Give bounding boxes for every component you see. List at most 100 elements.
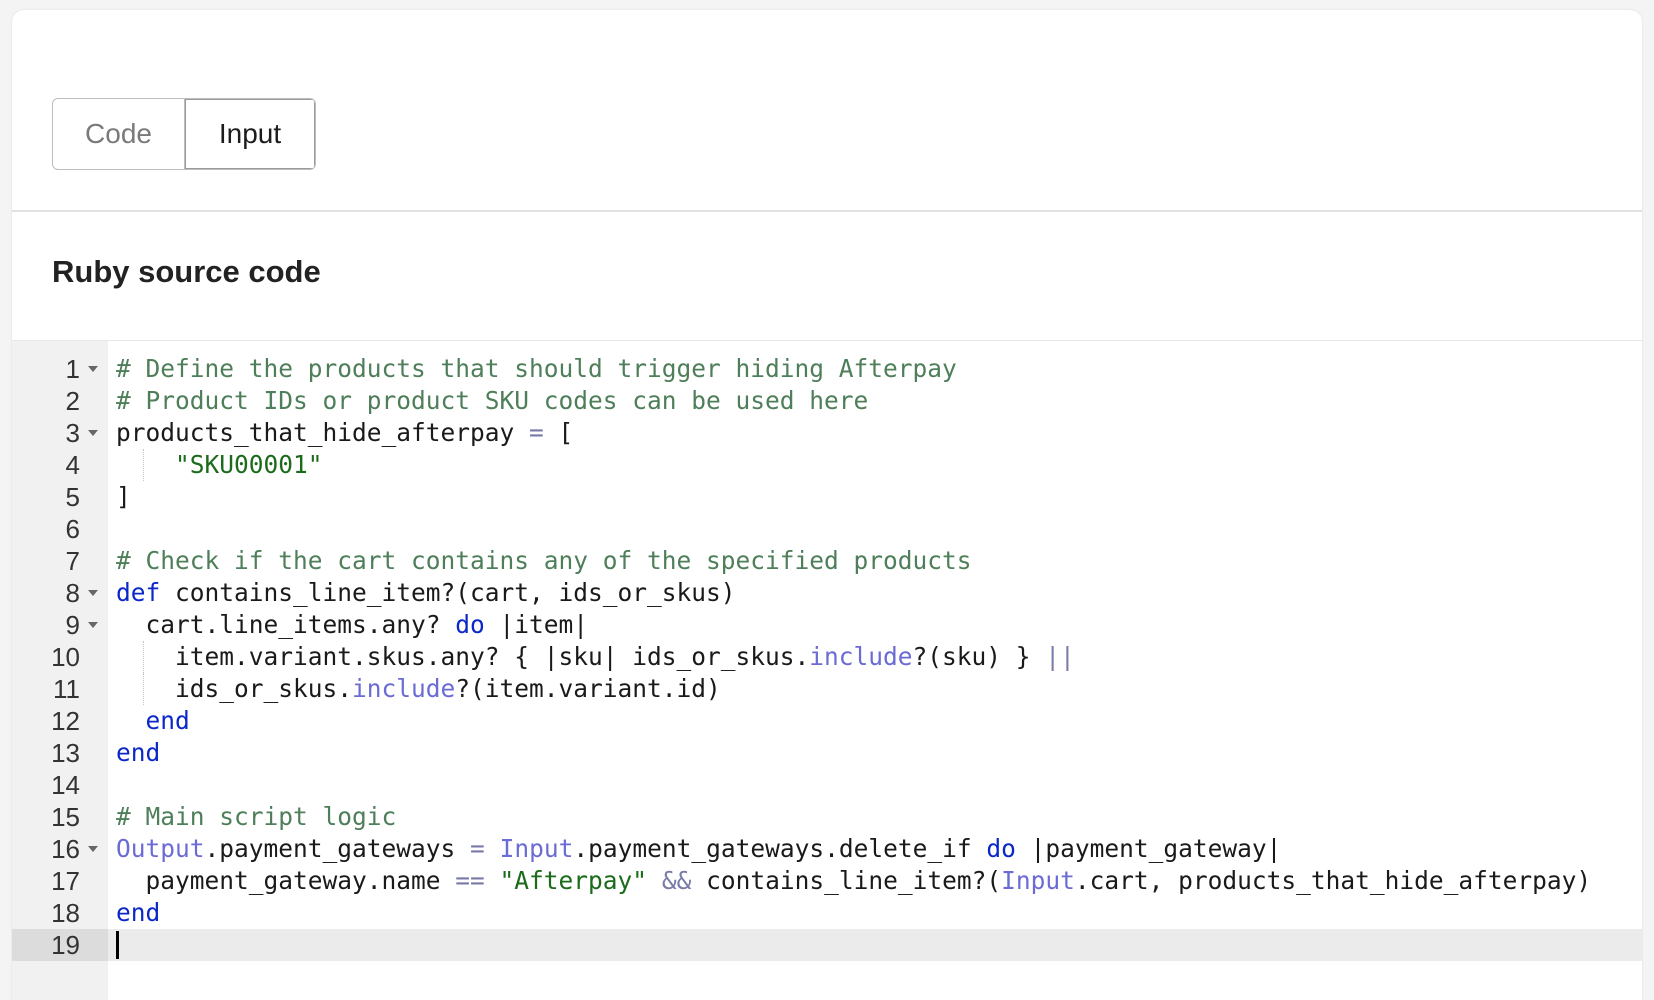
code-line[interactable]: 14 xyxy=(12,769,1642,801)
view-toggle: Code Input xyxy=(52,98,316,170)
code-token: [ xyxy=(543,418,574,447)
code-text: def contains_line_item?(cart, ids_or_sku… xyxy=(116,577,736,609)
code-line[interactable]: 8 def contains_line_item?(cart, ids_or_sk… xyxy=(12,577,1642,609)
line-number: 18 xyxy=(51,898,80,928)
section-title: Ruby source code xyxy=(52,254,321,289)
code-token: item.variant.skus.any? { |sku| ids_or_sk… xyxy=(116,642,810,671)
code-token: ] xyxy=(116,482,131,511)
code-token: end xyxy=(116,898,161,927)
code-token: Output xyxy=(116,834,205,863)
fold-arrow-icon[interactable] xyxy=(88,846,98,852)
code-text xyxy=(116,929,119,961)
text-cursor xyxy=(116,930,119,959)
code-text: end xyxy=(116,705,190,737)
line-number: 7 xyxy=(65,546,80,576)
line-number: 12 xyxy=(51,706,80,736)
code-token: # Product IDs or product SKU codes can b… xyxy=(116,386,869,415)
code-line[interactable]: 10 item.variant.skus.any? { |sku| ids_or… xyxy=(12,641,1642,673)
code-text: # Main script logic xyxy=(116,801,396,833)
line-number: 11 xyxy=(53,674,80,704)
code-text: payment_gateway.name == "Afterpay" && co… xyxy=(116,865,1592,897)
code-text: cart.line_items.any? do |item| xyxy=(116,609,589,641)
code-token: end xyxy=(116,738,161,767)
fold-arrow-icon[interactable] xyxy=(88,622,98,628)
code-token: products_that_hide_afterpay xyxy=(116,418,530,447)
code-line[interactable]: 5] xyxy=(12,481,1642,513)
code-token: # Define the products that should trigge… xyxy=(116,354,957,383)
code-token: def xyxy=(116,578,161,607)
code-line[interactable]: 9 cart.line_items.any? do |item| xyxy=(12,609,1642,641)
code-line[interactable]: 16 Output.payment_gateways = Input.paymen… xyxy=(12,833,1642,865)
code-token: |payment_gateway| xyxy=(1015,834,1282,863)
code-token: # Main script logic xyxy=(116,802,397,831)
fold-arrow-icon[interactable] xyxy=(88,366,98,372)
code-line[interactable]: 6 xyxy=(12,513,1642,545)
line-number: 19 xyxy=(12,929,108,961)
code-token: && xyxy=(661,866,692,895)
code-line[interactable]: 13 end xyxy=(12,737,1642,769)
code-text: end xyxy=(116,737,160,769)
code-token: Input xyxy=(499,834,574,863)
code-token: ?(item.variant.id) xyxy=(455,674,721,703)
code-token: "SKU00001" xyxy=(175,450,323,479)
line-number: 13 xyxy=(51,738,80,768)
indent-guide xyxy=(142,641,144,673)
fold-arrow-icon[interactable] xyxy=(88,590,98,596)
tab-input[interactable]: Input xyxy=(185,99,315,169)
code-token: |item| xyxy=(484,610,589,639)
code-line[interactable]: 4 "SKU00001" xyxy=(12,449,1642,481)
code-token: do xyxy=(455,610,485,639)
code-line[interactable]: 18 end xyxy=(12,897,1642,929)
code-token: do xyxy=(986,834,1016,863)
code-text: # Check if the cart contains any of the … xyxy=(116,545,972,577)
code-token: include xyxy=(809,642,913,671)
code-text: # Product IDs or product SKU codes can b… xyxy=(116,385,868,417)
code-line[interactable]: 3 products_that_hide_afterpay = [ xyxy=(12,417,1642,449)
code-line[interactable]: 12 end xyxy=(12,705,1642,737)
line-number: 14 xyxy=(51,770,80,800)
line-number: 6 xyxy=(65,514,80,544)
code-token: .payment_gateways.delete_if xyxy=(573,834,987,863)
code-text: ] xyxy=(116,481,131,513)
code-line[interactable]: 2 # Product IDs or product SKU codes can … xyxy=(12,385,1642,417)
code-text: "SKU00001" xyxy=(116,449,323,481)
code-token: cart.line_items.any? xyxy=(116,610,456,639)
code-line[interactable]: 1 # Define the products that should trigg… xyxy=(12,353,1642,385)
line-number: 10 xyxy=(51,642,80,672)
code-token: ?(sku) } xyxy=(912,642,1046,671)
code-lines: 1 # Define the products that should trigg… xyxy=(12,353,1642,961)
tab-code[interactable]: Code xyxy=(53,99,185,169)
code-line[interactable]: 7 # Check if the cart contains any of the… xyxy=(12,545,1642,577)
line-number: 15 xyxy=(51,802,80,832)
code-token: end xyxy=(145,706,190,735)
code-text: end xyxy=(116,897,160,929)
line-number: 4 xyxy=(65,450,80,480)
code-token: contains_line_item?(cart, ids_or_skus) xyxy=(160,578,736,607)
code-line[interactable]: 15 # Main script logic xyxy=(12,801,1642,833)
code-line[interactable]: 17 payment_gateway.name == "Afterpay" &&… xyxy=(12,865,1642,897)
code-text: Output.payment_gateways = Input.payment_… xyxy=(116,833,1281,865)
code-line[interactable]: 19 xyxy=(12,929,1642,961)
code-token: .payment_gateways xyxy=(204,834,471,863)
code-line[interactable]: 11 ids_or_skus.include?(item.variant.id) xyxy=(12,673,1642,705)
code-text: ids_or_skus.include?(item.variant.id) xyxy=(116,673,721,705)
code-token: = xyxy=(470,834,485,863)
code-token: ids_or_skus. xyxy=(116,674,353,703)
indent-guide xyxy=(142,673,144,705)
code-token: = xyxy=(529,418,544,447)
line-number: 5 xyxy=(65,482,80,512)
code-token: # Check if the cart contains any of the … xyxy=(116,546,972,575)
line-number: 17 xyxy=(51,866,80,896)
code-text: products_that_hide_afterpay = [ xyxy=(116,417,573,449)
fold-arrow-icon[interactable] xyxy=(88,430,98,436)
code-token: "Afterpay" xyxy=(499,866,648,895)
code-token: payment_gateway.name xyxy=(116,866,456,895)
code-editor[interactable]: 1 # Define the products that should trigg… xyxy=(12,340,1642,1000)
code-token: == xyxy=(455,866,485,895)
line-number: 2 xyxy=(65,386,80,416)
script-editor-card: Code Input Ruby source code 1 # Define th… xyxy=(12,10,1642,1000)
code-token: || xyxy=(1045,642,1075,671)
